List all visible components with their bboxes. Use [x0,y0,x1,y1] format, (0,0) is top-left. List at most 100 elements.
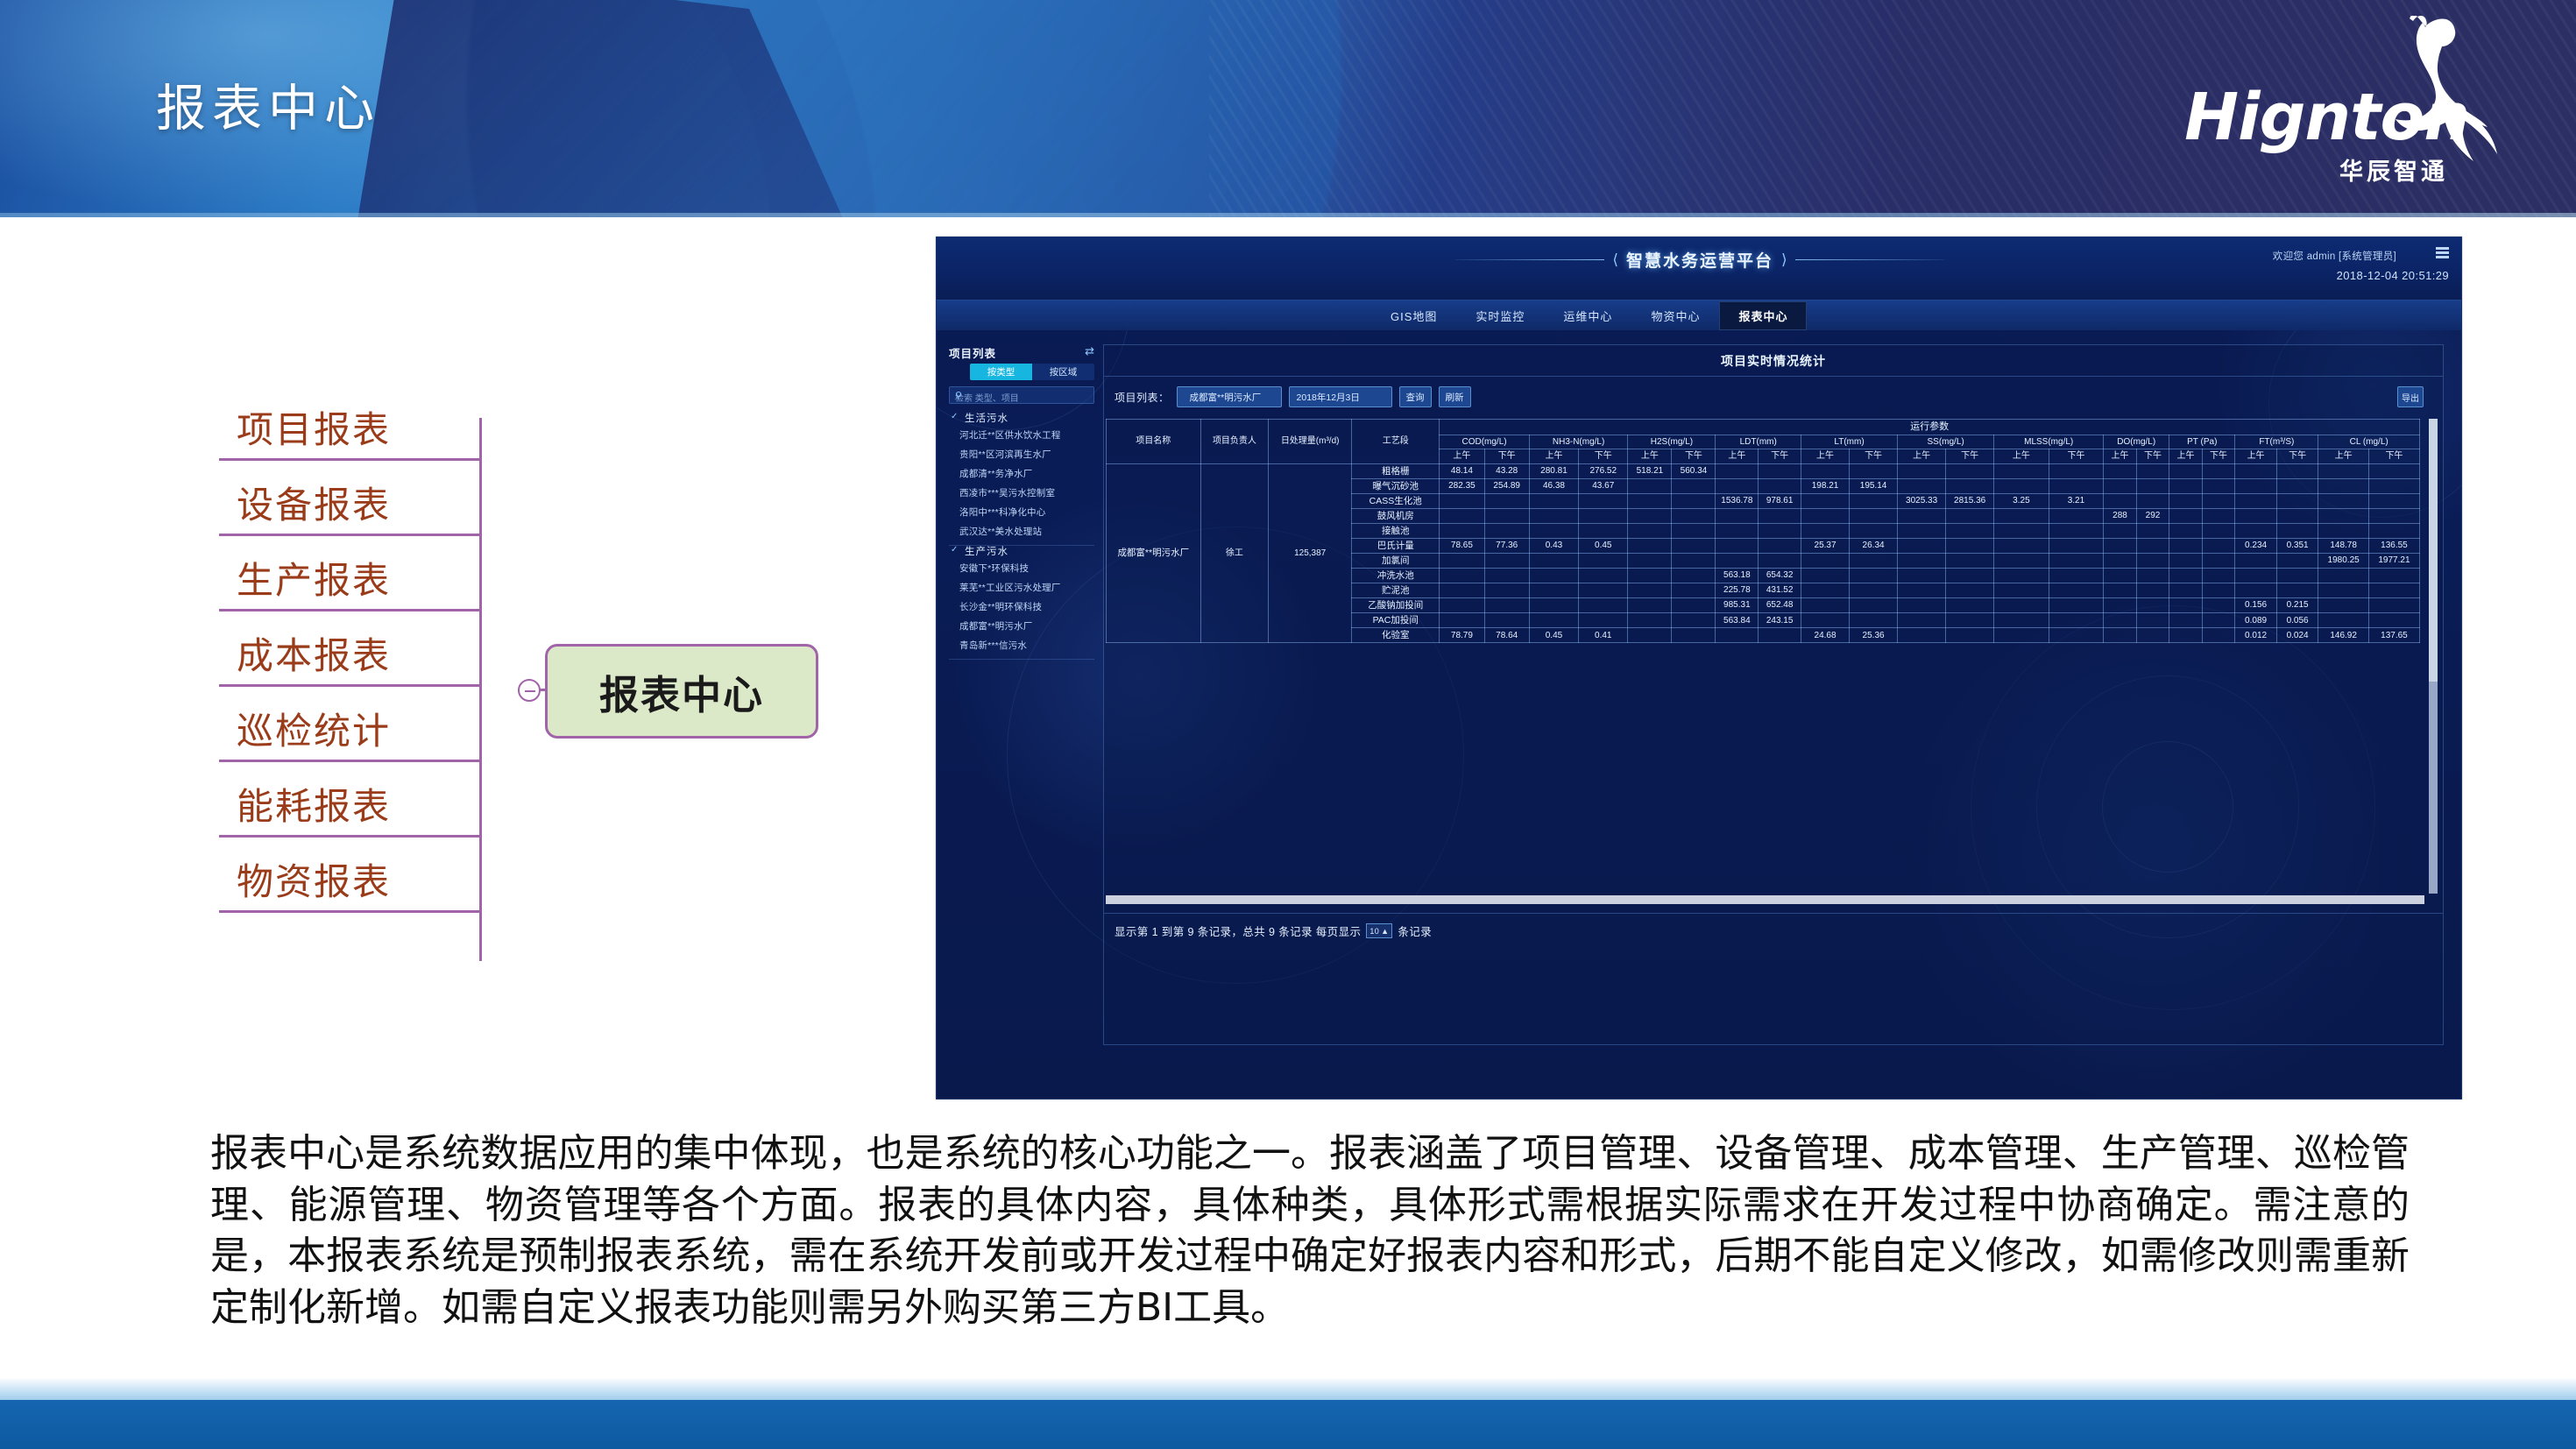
table-sub-header: 下午 [1483,449,1530,464]
cell-value [2201,537,2236,555]
query-button[interactable]: 查询 [1398,386,1432,407]
cell-value: 0.012 [2234,627,2277,644]
cell-value [1439,507,1485,524]
cell-value [1945,537,1995,555]
date-picker[interactable]: 2018年12月3日 [1288,386,1392,407]
cell-value [2367,612,2421,629]
main-panel: 项目实时情况统计 项目列表： 成都富**明污水厂 2018年12月3日 查询 刷… [1103,344,2444,1045]
nav-tab-reports[interactable]: 报表中心 [1719,300,1808,330]
swap-arrows-icon[interactable]: ⇄ [1085,344,1094,358]
user-greeting: 欢迎您 admin [系统管理员] [2272,251,2396,262]
table-sub-header: 下午 [2048,449,2105,464]
cell-value: 560.34 [1671,463,1716,479]
cell-value [2048,612,2105,629]
sidebar-search[interactable]: 检索 类型、项目 ⚲ [949,386,1094,404]
sidebar-project-item[interactable]: 青岛新***信污水 [949,635,1094,654]
mindmap-branch-2[interactable]: 生产报表 [219,536,517,611]
table-row[interactable]: 成都富**明污水厂 徐工 125,387 粗格栅 48.14 43.28 280.81 276… [1106,463,2421,644]
mindmap-branch-0[interactable]: 项目报表 [219,385,517,461]
cell-value [2169,568,2203,584]
cell-value [1715,477,1759,494]
mindmap-branch-1[interactable]: 设备报表 [219,461,517,536]
sidebar-tab-by-region[interactable]: 按区域 [1032,364,1094,380]
sidebar-project-item[interactable]: 成都清**务净水厂 [949,463,1094,483]
mindmap-center-node[interactable]: 报表中心 [545,644,818,739]
pager-suffix: 条记录 [1398,926,1433,938]
cell-value [2103,492,2137,509]
cell-value [1849,507,1899,524]
sidebar-project-item[interactable]: 洛阳中***科净化中心 [949,502,1094,521]
table-col-header: 工艺段 [1351,419,1440,464]
mindmap-collapse-toggle[interactable] [518,679,541,702]
table-sub-header: 上午 [2103,449,2137,464]
search-icon[interactable]: ⚲ [955,390,1088,401]
cell-value [1483,568,1530,584]
cell-value [2135,492,2170,509]
cell-value [1627,583,1673,599]
cell-value: 1536.78 [1715,492,1759,509]
table-sub-header: 上午 [1715,449,1759,464]
sidebar-project-item[interactable]: 武汉达**美水处理站 [949,521,1094,541]
cell-value [2169,627,2203,644]
table-vertical-scrollbar[interactable] [2429,419,2438,894]
mindmap-branch-6[interactable]: 物资报表 [219,838,517,913]
mindmap-branch-3[interactable]: 成本报表 [219,611,517,687]
sidebar-project-item[interactable]: 河北迁**区供水饮水工程 [949,425,1094,444]
sidebar-group-header[interactable]: ✓ 生产污水 [949,544,1094,558]
export-button[interactable]: 导出 [2397,386,2424,407]
page-title: 报表中心 [156,80,380,138]
cell-value [2169,612,2203,629]
cell-value [2318,597,2369,614]
table-sub-header: 下午 [1758,449,1802,464]
cell-value [2201,597,2236,614]
page-size-select[interactable]: 10 ▲ [1366,923,1393,938]
mindmap-branch-4[interactable]: 巡检统计 [219,687,517,762]
footer-bar [0,1400,2576,1449]
scroll-thumb[interactable] [2429,419,2438,682]
sidebar-project-item[interactable]: 成都富**明污水厂 [949,616,1094,635]
table-horizontal-scrollbar[interactable] [1106,895,2424,904]
sidebar-project-item[interactable]: 西凌市***吴污水控制室 [949,483,1094,502]
cell-value [2201,492,2236,509]
mindmap-branch-5[interactable]: 能耗报表 [219,762,517,838]
sidebar-tab-by-type[interactable]: 按类型 [970,364,1032,380]
cell-value [1671,537,1716,555]
cell-value [1801,583,1851,599]
cell-value [2103,597,2137,614]
sidebar-project-item[interactable]: 贵阳**区河滨再生水厂 [949,444,1094,463]
cell-value [1993,477,2049,494]
sidebar-project-item[interactable]: 莱芜**工业区污水处理厂 [949,577,1094,597]
cell-value [1528,553,1580,569]
project-select[interactable]: 成都富**明污水厂 [1176,386,1282,407]
nav-tab-ops[interactable]: 运维中心 [1544,301,1631,330]
cell-value [2367,568,2421,584]
nav-tab-monitor[interactable]: 实时监控 [1456,301,1544,330]
table-sub-header: 下午 [1578,449,1629,464]
sidebar-project-item[interactable]: 长沙金**明环保科技 [949,597,1094,616]
cell-value [2318,522,2369,539]
cell-value [1627,522,1673,539]
nav-tab-materials[interactable]: 物资中心 [1631,301,1719,330]
table-param-header: PT (Pa) [2169,434,2236,450]
cell-value [2201,553,2236,569]
cell-value: 2815.36 [1945,492,1995,509]
cell-value [1627,627,1673,644]
cell-value [1897,568,1947,584]
cell-value [1945,627,1995,644]
cell-value [2103,477,2137,494]
refresh-button[interactable]: 刷新 [1438,386,1471,407]
table-sub-header: 上午 [1801,449,1851,464]
cell-value [1578,597,1629,614]
cell-value: 3.25 [1993,492,2049,509]
cell-value [1993,612,2049,629]
cell-value [2135,597,2170,614]
nav-tab-gis[interactable]: GIS地图 [1371,301,1456,330]
cell-value [1671,492,1716,509]
sidebar-group-header[interactable]: ✓ 生活污水 [949,411,1094,425]
hamburger-menu-icon[interactable] [2436,247,2449,259]
sidebar-project-item[interactable]: 安徽下*环保科技 [949,558,1094,577]
mindmap-branch-label: 成本报表 [237,634,392,677]
cell-value [1715,507,1759,524]
cell-value [2318,507,2369,524]
cell-value [2275,477,2319,494]
